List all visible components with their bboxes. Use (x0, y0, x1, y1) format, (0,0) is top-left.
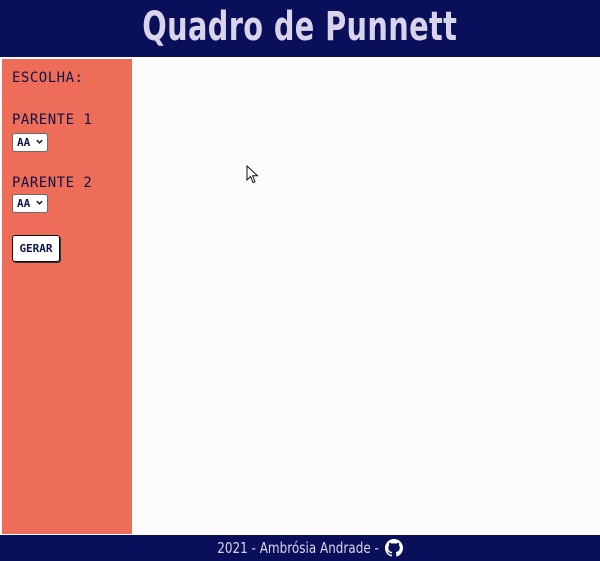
footer: 2021 - Ambrósia Andrade - (0, 535, 600, 561)
choose-label: ESCOLHA: (12, 70, 84, 86)
parent1-selected-value: AA (17, 136, 31, 149)
chevron-down-icon (36, 200, 43, 205)
page-title: Quadro de Punnett (142, 3, 458, 50)
parent1-label: PARENTE 1 (12, 112, 93, 128)
header: Quadro de Punnett (0, 0, 600, 57)
parent2-selected-value: AA (17, 197, 31, 210)
footer-credit: 2021 - Ambrósia Andrade - (217, 539, 379, 557)
parent2-select[interactable]: AA (12, 194, 48, 213)
punnett-square-area (133, 59, 600, 534)
github-icon[interactable] (385, 539, 404, 557)
chevron-down-icon (36, 139, 43, 144)
sidebar: ESCOLHA: PARENTE 1 AA PARENTE 2 AA GERAR (2, 59, 132, 534)
mouse-pointer-icon (246, 165, 259, 184)
parent1-select[interactable]: AA (12, 133, 48, 152)
parent2-label: PARENTE 2 (12, 175, 93, 191)
generate-button[interactable]: GERAR (12, 235, 60, 262)
